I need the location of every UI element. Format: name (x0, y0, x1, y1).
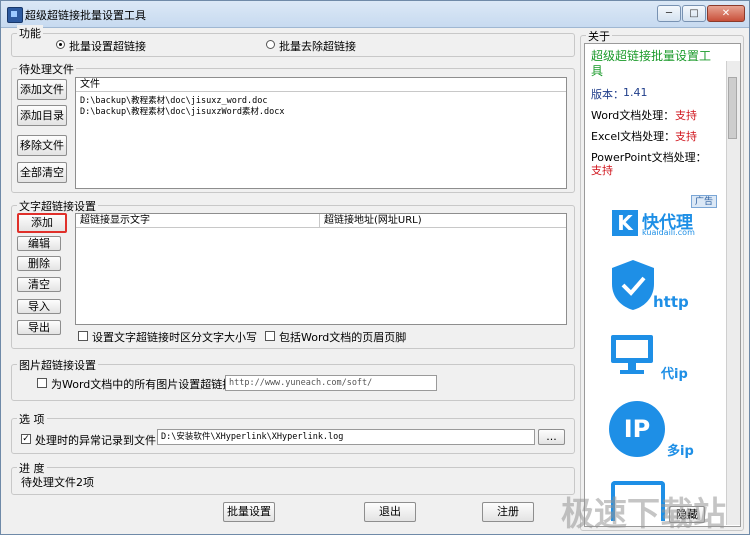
radio-batch-set-label[interactable]: 批量设置超链接 (69, 38, 146, 54)
ip-circle-icon[interactable]: IP (609, 401, 665, 457)
log-checkbox[interactable]: ✓ (21, 434, 31, 444)
file-column-header[interactable]: 文件 (76, 78, 566, 92)
pending-files-legend: 待处理文件 (17, 61, 76, 77)
ad-ip-label: IP (623, 415, 651, 443)
radio-batch-set[interactable] (56, 40, 65, 49)
ppt-support-status: 支持 (591, 164, 613, 177)
ad-http-label[interactable]: http (653, 293, 689, 311)
delete-link-button[interactable]: 删除 (17, 256, 61, 271)
image-link-label[interactable]: 为Word文档中的所有图片设置超链接: (51, 376, 237, 392)
ad-badge[interactable]: 广告 (691, 195, 717, 208)
excel-support-label: Excel文档处理： (591, 130, 676, 143)
link-text-column-header[interactable]: 超链接显示文字 (76, 214, 320, 228)
about-panel: 超级超链接批量设置工具 版本： 1.41 Word文档处理： 支持 Excel文… (584, 43, 741, 527)
log-label[interactable]: 处理时的异常记录到文件: (35, 432, 160, 448)
shield-icon[interactable] (609, 258, 657, 312)
word-support-label: Word文档处理： (591, 109, 675, 122)
watermark: 极速下载站 (561, 494, 726, 533)
word-support-status: 支持 (675, 109, 697, 122)
ad-domain[interactable]: kuaidaili.com (642, 228, 695, 237)
log-path-input[interactable]: D:\安装软件\XHyperlink\XHyperlink.log (157, 429, 535, 445)
add-file-button[interactable]: 添加文件 (17, 79, 67, 100)
file-list[interactable]: 文件 D:\backup\教程素材\doc\jisuxz_word.doc D:… (75, 77, 567, 189)
image-link-url-input[interactable]: http://www.yuneach.com/soft/ (225, 375, 437, 391)
header-footer-checkbox[interactable] (265, 331, 275, 341)
app-icon (7, 7, 23, 23)
image-link-legend: 图片超链接设置 (17, 357, 98, 373)
edit-link-button[interactable]: 编辑 (17, 236, 61, 251)
ad-multi-ip-label[interactable]: 多ip (667, 440, 694, 459)
ad-dtip-label[interactable]: 代ip (661, 363, 688, 382)
export-button[interactable]: 导出 (17, 320, 61, 335)
maximize-button[interactable]: □ (682, 5, 706, 22)
image-link-checkbox[interactable] (37, 378, 47, 388)
progress-status: 待处理文件2项 (21, 476, 94, 489)
version-value: 1.41 (623, 86, 648, 99)
about-scrollbar-thumb[interactable] (728, 77, 737, 139)
import-button[interactable]: 导入 (17, 299, 61, 314)
add-link-button[interactable]: 添加 (17, 213, 67, 233)
case-sensitive-checkbox[interactable] (78, 331, 88, 341)
clear-links-button[interactable]: 清空 (17, 277, 61, 292)
about-title: 超级超链接批量设置工具 (591, 49, 712, 78)
file-list-item[interactable]: D:\backup\教程素材\doc\jisuxzWord素材.docx (80, 105, 285, 117)
batch-set-button[interactable]: 批量设置 (223, 502, 275, 522)
minimize-button[interactable]: ─ (657, 5, 681, 22)
window-title: 超级超链接批量设置工具 (25, 9, 146, 22)
monitor-icon[interactable] (609, 332, 657, 380)
header-footer-label[interactable]: 包括Word文档的页眉页脚 (279, 329, 406, 345)
options-legend: 选 项 (17, 411, 47, 427)
link-list[interactable]: 超链接显示文字 超链接地址(网址URL) (75, 213, 567, 325)
remove-file-button[interactable]: 移除文件 (17, 135, 67, 156)
function-legend: 功能 (17, 25, 43, 41)
title-bar[interactable]: 超级超链接批量设置工具 ─ □ ✕ (1, 1, 749, 28)
main-window: 超级超链接批量设置工具 ─ □ ✕ 功能 批量设置超链接 批量去除超链接 待处理… (0, 0, 750, 535)
excel-support-status: 支持 (675, 130, 697, 143)
kuaidaili-logo-icon[interactable]: K (612, 210, 638, 236)
minimize-icon: ─ (665, 8, 673, 19)
about-legend: 关于 (586, 28, 612, 44)
exit-button[interactable]: 退出 (364, 502, 416, 522)
browse-button[interactable]: ... (538, 429, 565, 445)
close-icon: ✕ (721, 8, 731, 19)
add-folder-button[interactable]: 添加目录 (17, 105, 67, 126)
link-url-column-header[interactable]: 超链接地址(网址URL) (320, 214, 566, 228)
clear-all-button[interactable]: 全部清空 (17, 162, 67, 183)
text-link-legend: 文字超链接设置 (17, 198, 98, 214)
version-label: 版本： (591, 88, 624, 101)
radio-batch-remove-label[interactable]: 批量去除超链接 (279, 38, 356, 54)
close-button[interactable]: ✕ (707, 5, 745, 22)
case-sensitive-label[interactable]: 设置文字超链接时区分文字大小写 (92, 329, 257, 345)
maximize-icon: □ (689, 8, 699, 19)
progress-group (11, 467, 575, 495)
radio-batch-remove[interactable] (266, 40, 275, 49)
register-button[interactable]: 注册 (482, 502, 534, 522)
